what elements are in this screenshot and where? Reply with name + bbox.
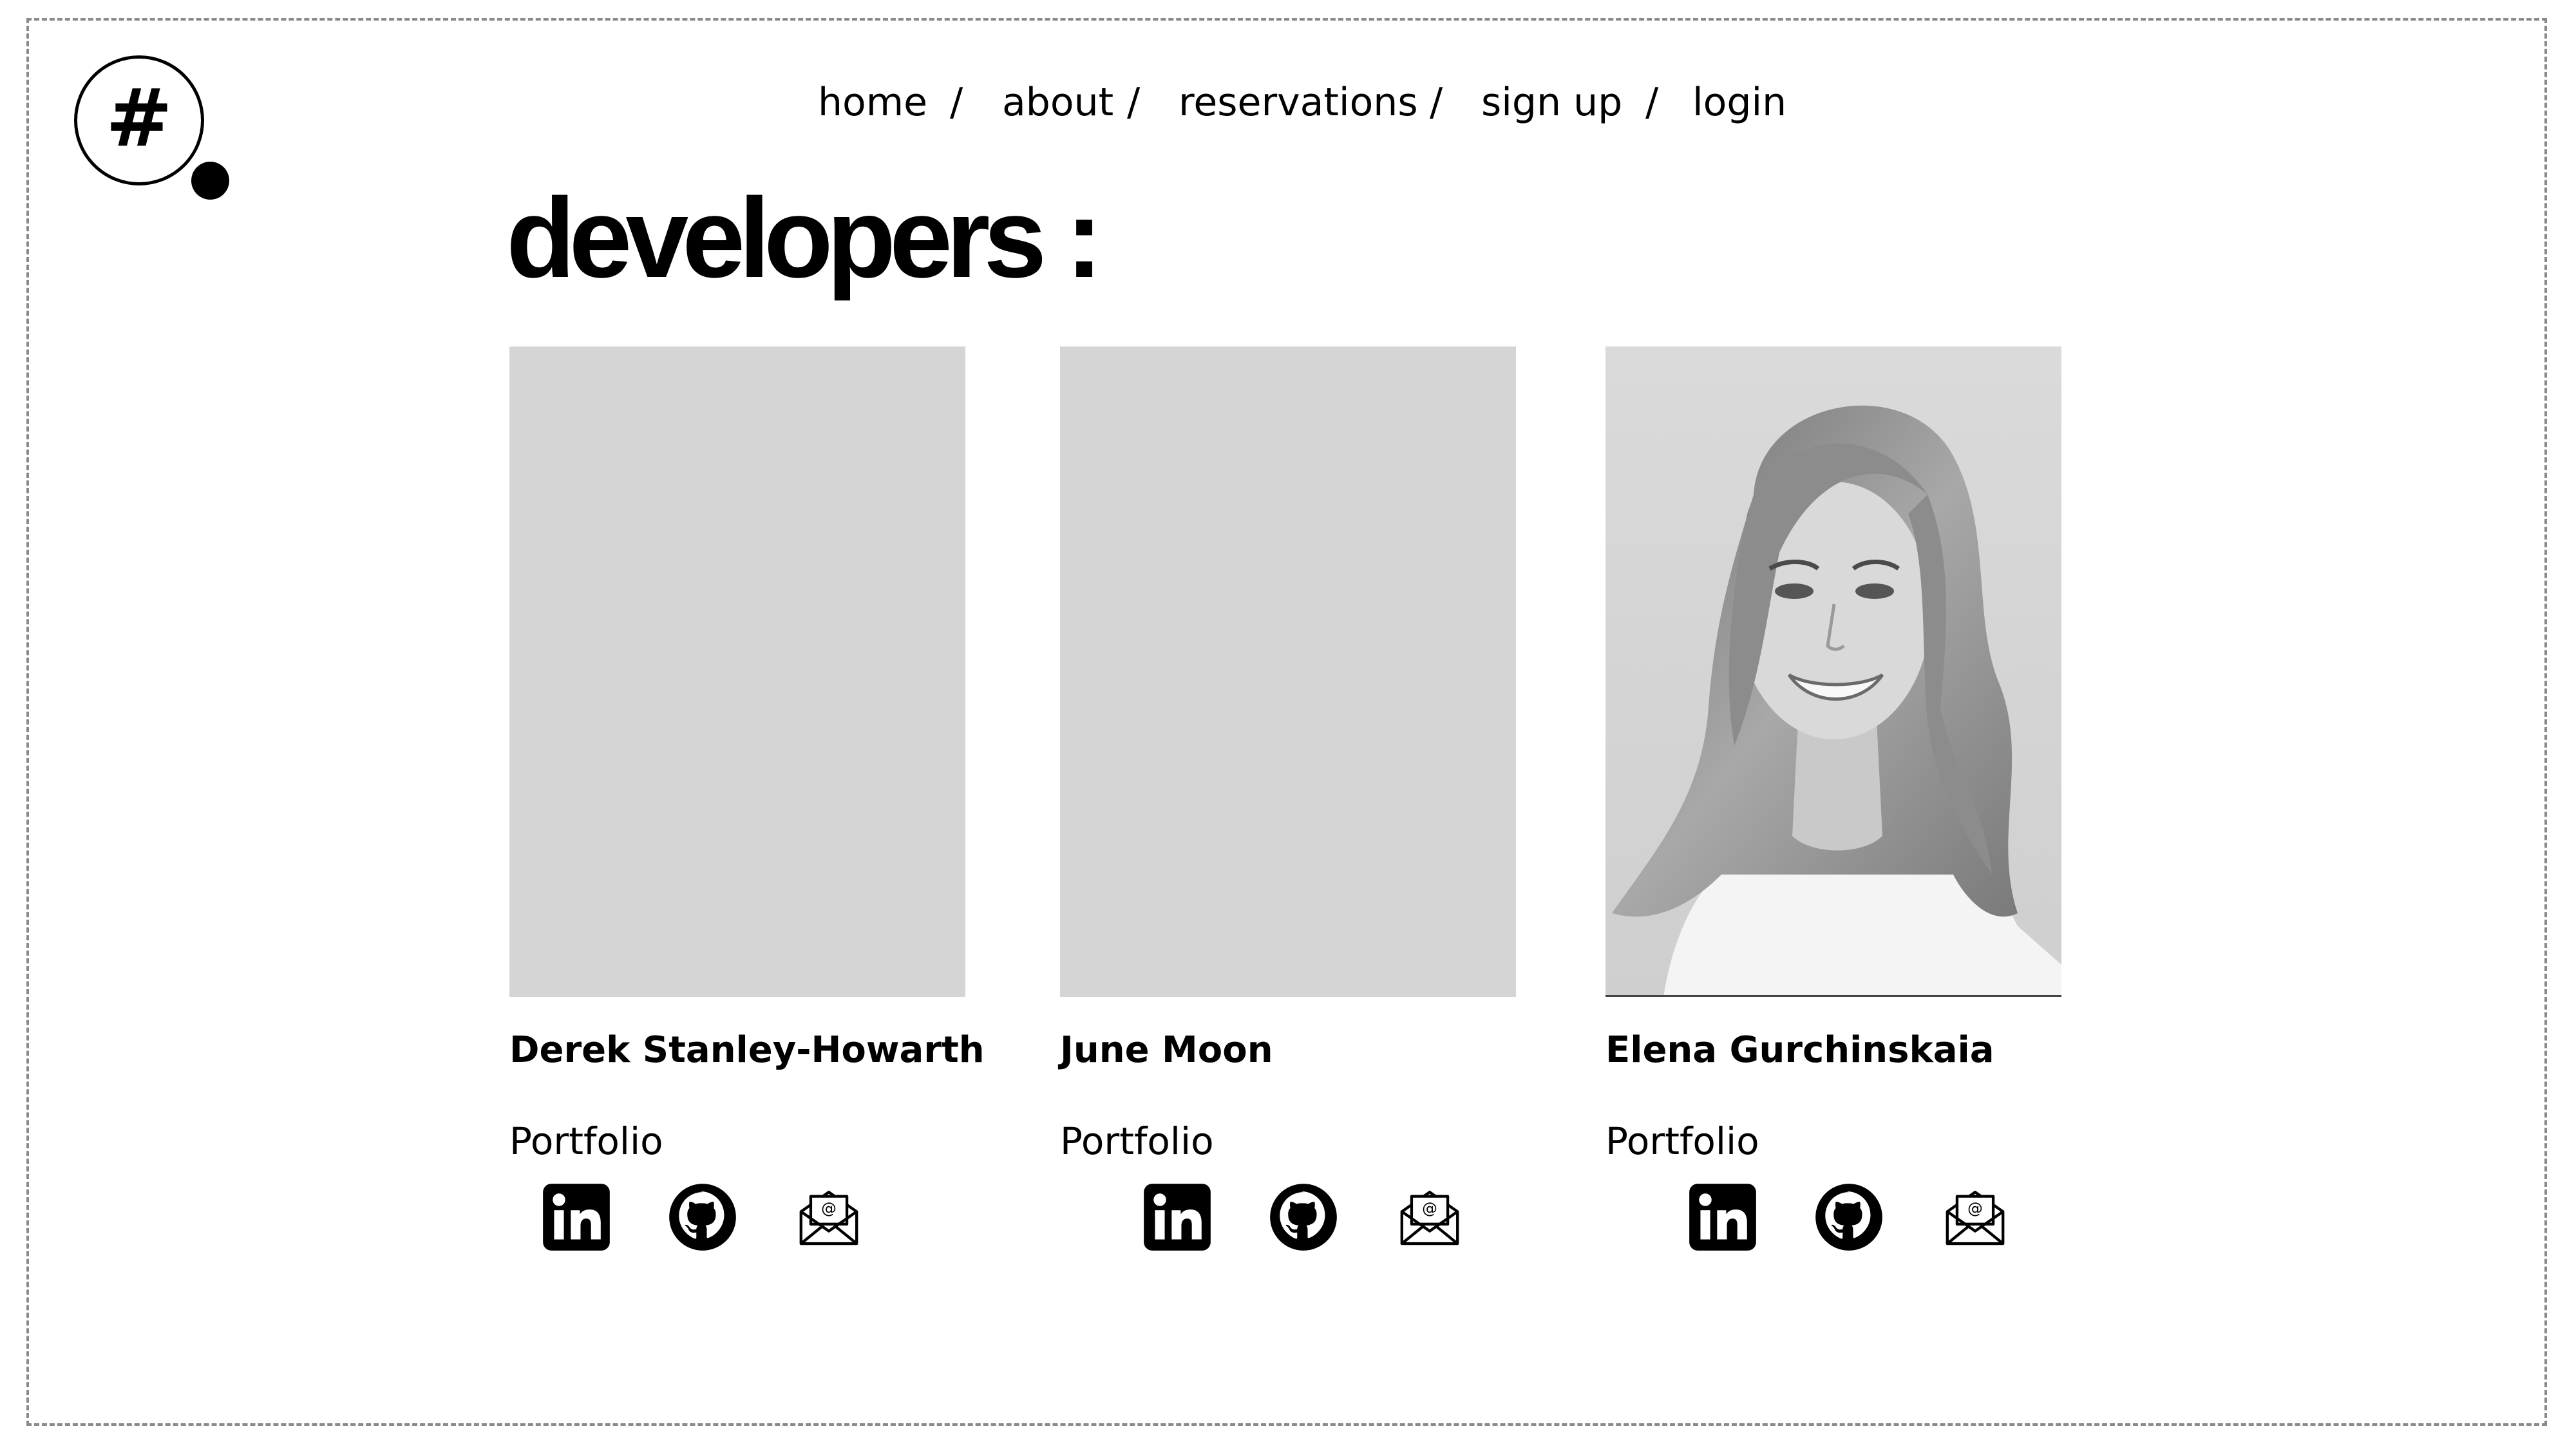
logo-dot — [191, 162, 229, 200]
page-title: developers : — [506, 175, 1103, 301]
developer-name: June Moon — [1060, 1029, 1273, 1071]
developer-photo-placeholder — [509, 346, 965, 997]
nav-about[interactable]: about — [1002, 80, 1113, 125]
linkedin-icon[interactable] — [1142, 1182, 1212, 1252]
github-icon[interactable] — [1269, 1182, 1338, 1252]
portfolio-link[interactable]: Portfolio — [1060, 1119, 1214, 1163]
nav-separator: / — [1430, 80, 1443, 125]
nav-login[interactable]: login — [1692, 80, 1786, 125]
nav-separator: / — [950, 80, 963, 125]
portfolio-link[interactable]: Portfolio — [1605, 1119, 1759, 1163]
social-links: @ — [509, 1182, 965, 1253]
developer-photo-placeholder — [1060, 346, 1516, 997]
developer-photo — [1605, 346, 2061, 997]
nav-sign-up[interactable]: sign up — [1481, 80, 1622, 125]
svg-text:@: @ — [821, 1200, 837, 1218]
email-icon[interactable]: @ — [1940, 1182, 2010, 1252]
nav-separator: / — [1645, 80, 1659, 125]
main-nav: home / about / reservations / sign up / … — [0, 80, 2576, 138]
portfolio-link[interactable]: Portfolio — [509, 1119, 663, 1163]
email-icon[interactable]: @ — [794, 1182, 864, 1252]
nav-separator: / — [1127, 80, 1141, 125]
linkedin-icon[interactable] — [1688, 1182, 1757, 1252]
developer-card: June Moon Portfolio @ — [1060, 346, 1516, 1251]
developer-name: Elena Gurchinskaia — [1605, 1029, 1994, 1071]
svg-text:@: @ — [1967, 1200, 1983, 1218]
email-icon[interactable]: @ — [1395, 1182, 1464, 1252]
social-links: @ — [1060, 1182, 1516, 1253]
social-links: @ — [1605, 1182, 2061, 1253]
nav-reservations[interactable]: reservations — [1179, 80, 1418, 125]
portrait-image — [1605, 346, 2061, 995]
developer-card: Elena Gurchinskaia Portfolio @ — [1605, 346, 2061, 1251]
developer-name: Derek Stanley-Howarth — [509, 1029, 985, 1071]
developer-card: Derek Stanley-Howarth Portfolio @ — [509, 346, 985, 1251]
github-icon[interactable] — [1814, 1182, 1884, 1252]
svg-text:@: @ — [1422, 1200, 1437, 1218]
github-icon[interactable] — [668, 1182, 737, 1252]
nav-home[interactable]: home — [818, 80, 927, 125]
linkedin-icon[interactable] — [542, 1182, 611, 1252]
